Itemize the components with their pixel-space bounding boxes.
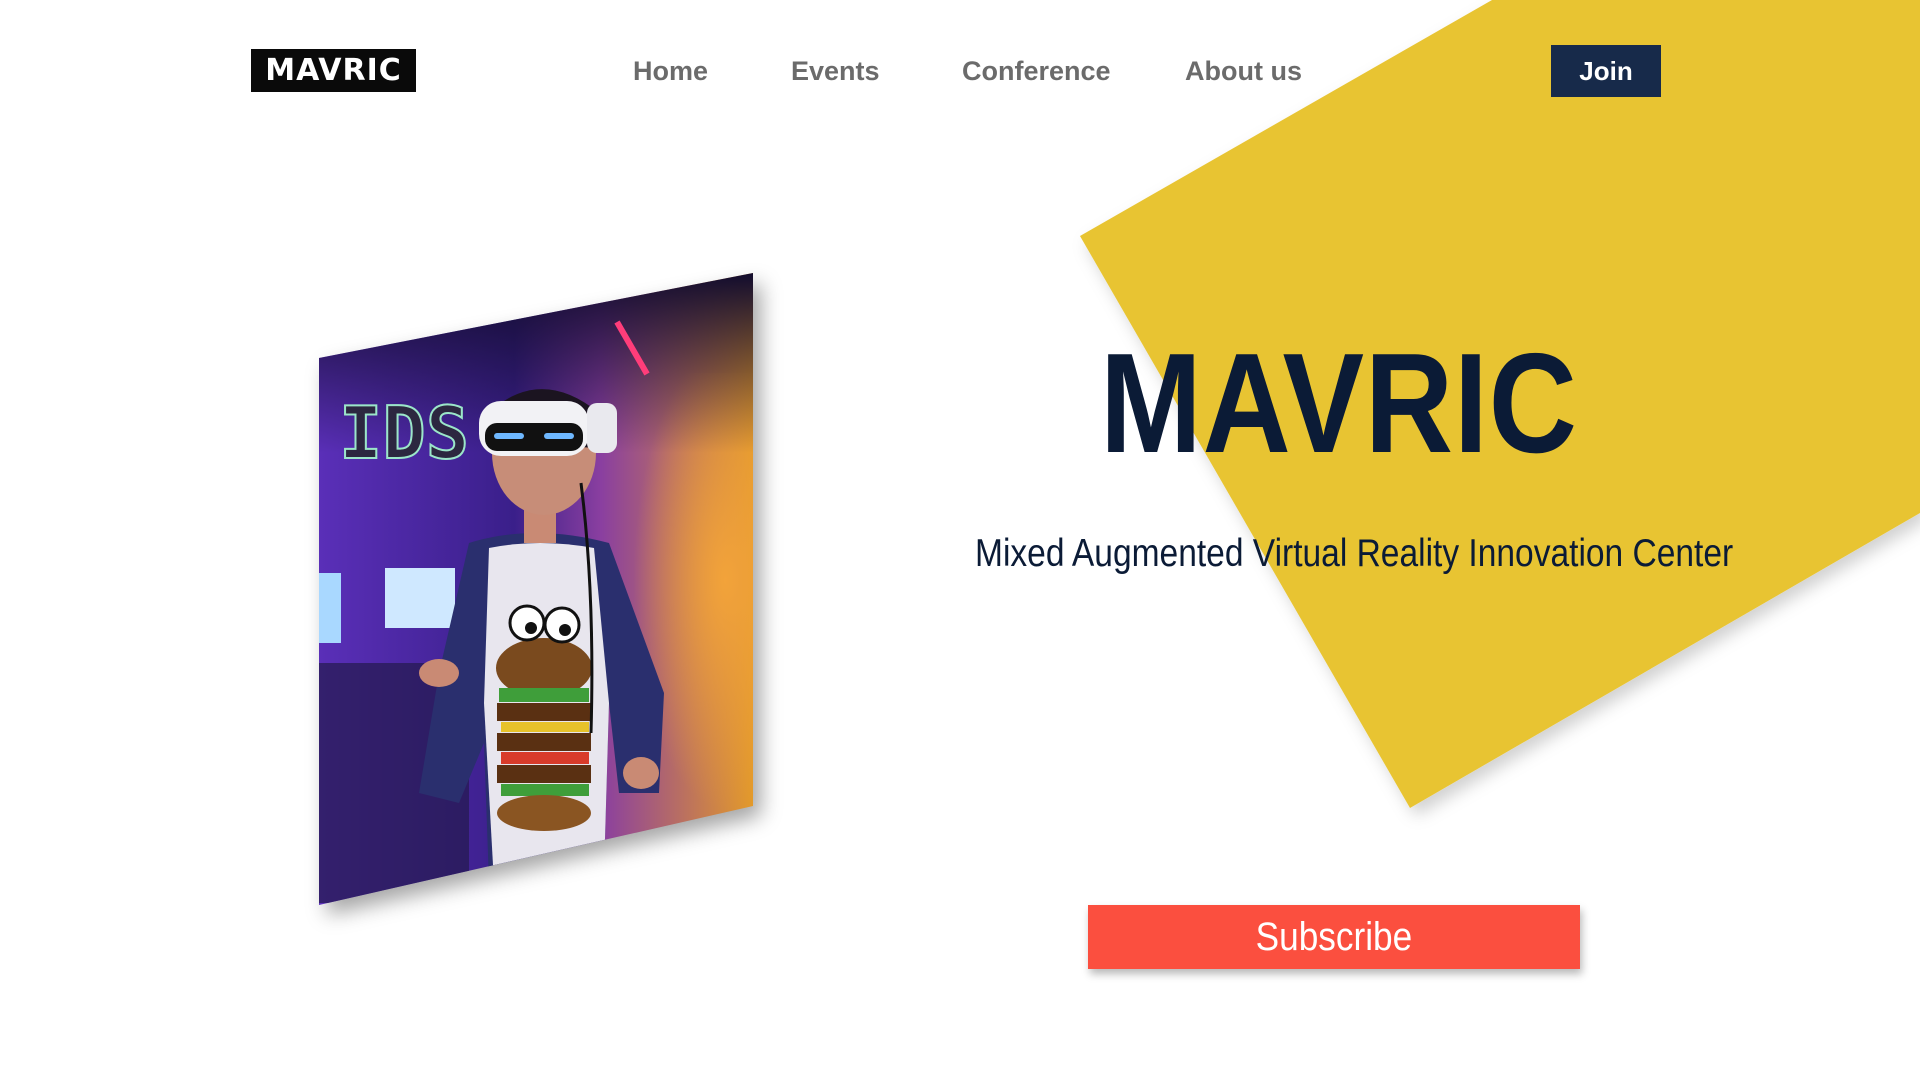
subscribe-button[interactable]: Subscribe <box>1088 905 1580 969</box>
hero-subtitle: Mixed Augmented Virtual Reality Innovati… <box>975 532 1734 575</box>
nav-item-events[interactable]: Events <box>791 50 880 92</box>
join-button[interactable]: Join <box>1551 45 1661 97</box>
nav-item-conference[interactable]: Conference <box>962 50 1111 92</box>
svg-text:IDS: IDS <box>339 391 469 475</box>
hero-photo: IDS <box>319 273 753 905</box>
landing-page: MAVRIC Home Events Conference About us J… <box>0 0 1920 1080</box>
hero-title: MAVRIC <box>1100 324 1578 483</box>
subscribe-label: Subscribe <box>1255 914 1413 959</box>
vr-user-image: IDS <box>319 273 753 905</box>
nav-item-about-us[interactable]: About us <box>1185 50 1302 92</box>
nav-item-home[interactable]: Home <box>633 50 708 92</box>
